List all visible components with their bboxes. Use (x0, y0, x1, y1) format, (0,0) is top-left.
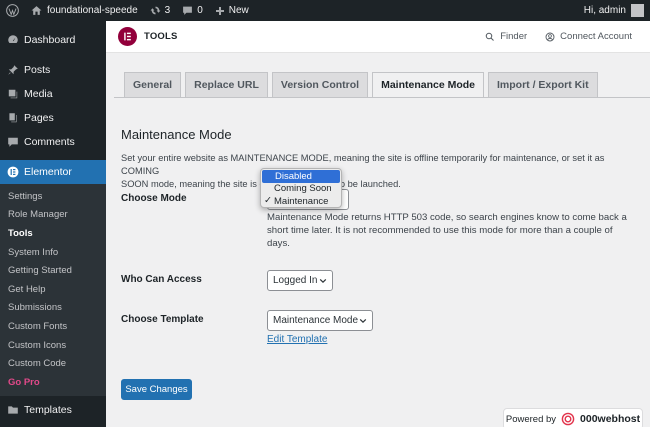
option-label: Disabled (275, 170, 312, 182)
mode-option-maintenance[interactable]: ✓ Maintenance (261, 195, 341, 208)
page-title: TOOLS (144, 31, 178, 42)
sidebar-item-label: Pages (24, 112, 54, 124)
media-icon (7, 88, 19, 100)
comment-icon (7, 136, 19, 148)
tabs-divider (114, 97, 650, 98)
elementor-icon (7, 166, 19, 178)
admin-bar: foundational-speede 3 0 New Hi, admin (0, 0, 650, 21)
finder-button[interactable]: Finder (485, 31, 527, 42)
submenu-item-go-pro[interactable]: Go Pro (0, 373, 106, 392)
pages-icon (7, 112, 19, 124)
option-label: Maintenance (274, 195, 329, 207)
who-can-access-select[interactable]: Logged In (267, 270, 333, 291)
pin-icon (7, 64, 19, 76)
comments-count: 0 (197, 5, 203, 16)
submenu-item-custom-icons[interactable]: Custom Icons (0, 336, 106, 355)
tab-import-export-kit[interactable]: Import / Export Kit (488, 72, 598, 97)
sidebar-item-comments[interactable]: Comments (0, 130, 106, 154)
sidebar-item-templates[interactable]: Templates (0, 398, 106, 422)
choose-mode-label: Choose Mode (121, 193, 187, 204)
tab-general[interactable]: General (124, 72, 182, 97)
submenu-item-submissions[interactable]: Submissions (0, 299, 106, 318)
chevron-down-icon (359, 318, 367, 324)
admin-sidebar: Dashboard Posts Media Pages Comments Ele… (0, 21, 106, 427)
templates-icon (7, 404, 19, 416)
comment-bubble-icon (183, 6, 193, 15)
sidebar-item-label: Elementor (24, 166, 72, 178)
tab-maintenance-mode[interactable]: Maintenance Mode (372, 72, 485, 97)
sidebar-item-posts[interactable]: Posts (0, 58, 106, 82)
sidebar-item-elementor[interactable]: Elementor (0, 160, 106, 184)
sidebar-item-label: Posts (24, 64, 51, 76)
section-title: Maintenance Mode (121, 127, 232, 142)
connect-account-button[interactable]: Connect Account (545, 31, 632, 42)
site-name: foundational-speede (47, 5, 138, 16)
elementor-header: TOOLS Finder Connect Account (106, 21, 650, 53)
finder-label: Finder (500, 31, 528, 42)
checkmark-icon: ✓ (264, 195, 272, 207)
edit-template-link[interactable]: Edit Template (267, 334, 327, 345)
tab-version-control[interactable]: Version Control (271, 72, 369, 97)
greeting: Hi, admin (583, 5, 626, 16)
wordpress-logo-icon[interactable] (0, 0, 25, 21)
section-description: Set your entire website as MAINTENANCE M… (121, 152, 641, 191)
sidebar-item-pages[interactable]: Pages (0, 106, 106, 130)
save-changes-button[interactable]: Save Changes (121, 379, 192, 400)
user-circle-icon (545, 32, 555, 41)
updates-link[interactable]: 3 (144, 0, 177, 21)
chevron-down-icon (319, 278, 327, 284)
template-select-value: Maintenance Mode (273, 315, 359, 326)
template-select[interactable]: Maintenance Mode (267, 310, 373, 331)
my-account[interactable]: Hi, admin (584, 4, 650, 17)
sidebar-item-label: Media (24, 88, 53, 100)
description-line-2-end: to be launched. (337, 179, 401, 189)
submenu-item-custom-fonts[interactable]: Custom Fonts (0, 317, 106, 336)
submenu-item-settings[interactable]: Settings (0, 187, 106, 206)
mode-option-coming-soon[interactable]: Coming Soon (261, 183, 341, 196)
submenu-item-tools[interactable]: Tools (0, 224, 106, 243)
who-can-access-value: Logged In (273, 275, 318, 286)
who-can-access-label: Who Can Access (121, 274, 202, 285)
choose-template-label: Choose Template (121, 314, 204, 325)
home-icon (31, 6, 42, 15)
mode-dropdown-menu: Disabled Coming Soon ✓ Maintenance (260, 168, 342, 208)
updates-count: 3 (164, 5, 171, 16)
new-label: New (228, 5, 249, 16)
sidebar-item-dashboard[interactable]: Dashboard (0, 28, 106, 52)
sidebar-item-media[interactable]: Media (0, 82, 106, 106)
search-icon (485, 32, 495, 41)
submenu-item-get-help[interactable]: Get Help (0, 280, 106, 299)
site-name-link[interactable]: foundational-speede (25, 0, 144, 21)
updates-icon (150, 6, 161, 15)
sidebar-item-label: Templates (24, 403, 72, 416)
sidebar-item-label: Comments (24, 136, 75, 148)
elementor-logo-icon (118, 27, 137, 46)
description-line-2-start: SOON mode, meaning the site is of (121, 179, 268, 189)
powered-by-badge[interactable]: Powered by 000webhost (503, 408, 643, 427)
option-label: Coming Soon (274, 183, 332, 195)
submenu-item-getting-started[interactable]: Getting Started (0, 261, 106, 280)
submenu-item-role-manager[interactable]: Role Manager (0, 206, 106, 225)
mode-option-disabled[interactable]: Disabled (262, 170, 340, 183)
dashboard-icon (7, 34, 19, 46)
connect-account-label: Connect Account (560, 31, 632, 42)
tab-replace-url[interactable]: Replace URL (185, 72, 268, 97)
sidebar-item-label: Dashboard (24, 34, 76, 46)
submenu-item-custom-code[interactable]: Custom Code (0, 354, 106, 373)
tools-tabs: General Replace URL Version Control Main… (124, 72, 598, 97)
submenu-item-system-info[interactable]: System Info (0, 243, 106, 262)
description-line-1: Set your entire website as MAINTENANCE M… (121, 153, 605, 176)
webhost-logo-icon (561, 412, 575, 426)
elementor-submenu: Settings Role Manager Tools System Info … (0, 184, 106, 396)
comments-link[interactable]: 0 (176, 0, 209, 21)
new-content-link[interactable]: New (209, 0, 255, 21)
powered-by-brand: 000webhost (580, 413, 641, 425)
plus-icon (215, 6, 224, 15)
mode-help-text: Maintenance Mode returns HTTP 503 code, … (267, 212, 627, 249)
description-line-2: SOON mode, meaning the site is of to be l… (121, 178, 641, 191)
avatar (631, 4, 644, 17)
powered-by-prefix: Powered by (505, 413, 557, 425)
